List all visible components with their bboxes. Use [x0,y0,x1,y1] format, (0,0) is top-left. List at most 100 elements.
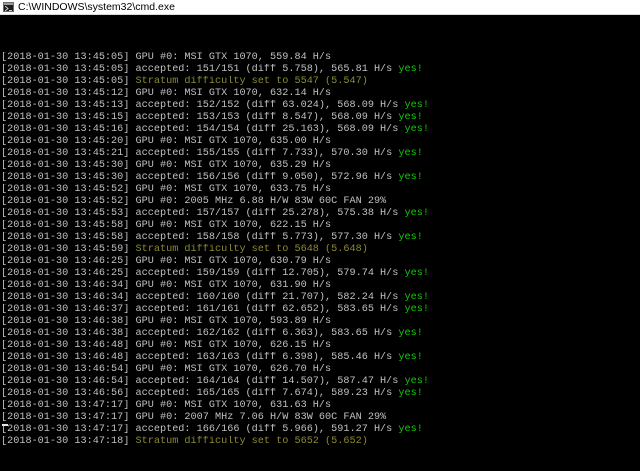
log-timestamp: [2018-01-30 13:45:12] [1,88,130,99]
console-line: [2018-01-30 13:45:52] GPU #0: MSI GTX 10… [1,184,637,196]
log-message: GPU #0: MSI GTX 1070, 593.89 H/s [135,316,332,327]
log-timestamp: [2018-01-30 13:46:25] [1,256,130,267]
console-line: [2018-01-30 13:47:17] accepted: 166/166 … [1,424,637,436]
console-line: [2018-01-30 13:46:34] GPU #0: MSI GTX 10… [1,280,637,292]
log-message: GPU #0: MSI GTX 1070, 631.90 H/s [135,280,332,291]
log-message: accepted: 151/151 (diff 5.758), 565.81 H… [135,64,393,75]
log-message: accepted: 152/152 (diff 63.024), 568.09 … [135,100,399,111]
console-line: [2018-01-30 13:45:13] accepted: 152/152 … [1,100,637,112]
accepted-yes-badge: yes! [398,424,423,435]
console-line: [2018-01-30 13:45:12] GPU #0: MSI GTX 10… [1,88,637,100]
log-timestamp: [2018-01-30 13:46:37] [1,304,130,315]
log-message: GPU #0: MSI GTX 1070, 630.79 H/s [135,256,332,267]
log-timestamp: [2018-01-30 13:46:25] [1,268,130,279]
console-line: [2018-01-30 13:45:21] accepted: 155/155 … [1,148,637,160]
log-timestamp: [2018-01-30 13:46:38] [1,328,130,339]
accepted-yes-badge: yes! [398,388,423,399]
accepted-yes-badge: yes! [404,292,429,303]
console-line: [2018-01-30 13:45:05] accepted: 151/151 … [1,64,637,76]
console-line: [2018-01-30 13:46:38] accepted: 162/162 … [1,328,637,340]
log-message: accepted: 163/163 (diff 6.398), 585.46 H… [135,352,393,363]
log-timestamp: [2018-01-30 13:46:48] [1,352,130,363]
console-line: [2018-01-30 13:45:05] GPU #0: MSI GTX 10… [1,52,637,64]
title-bar[interactable]: C:\WINDOWS\system32\cmd.exe [0,0,640,15]
log-timestamp: [2018-01-30 13:45:59] [1,244,130,255]
log-timestamp: [2018-01-30 13:45:58] [1,220,130,231]
log-message: accepted: 164/164 (diff 14.507), 587.47 … [135,376,399,387]
accepted-yes-badge: yes! [398,328,423,339]
log-message: accepted: 154/154 (diff 25.163), 568.09 … [135,124,399,135]
console-line: [2018-01-30 13:45:59] Stratum difficulty… [1,244,637,256]
log-message: GPU #0: MSI GTX 1070, 626.15 H/s [135,340,332,351]
log-timestamp: [2018-01-30 13:45:13] [1,100,130,111]
console-line: [2018-01-30 13:45:15] accepted: 153/153 … [1,112,637,124]
accepted-yes-badge: yes! [398,352,423,363]
accepted-yes-badge: yes! [398,64,423,75]
accepted-yes-badge: yes! [404,376,429,387]
console-line: [2018-01-30 13:47:17] GPU #0: MSI GTX 10… [1,400,637,412]
console-line: [2018-01-30 13:46:56] accepted: 165/165 … [1,388,637,400]
log-timestamp: [2018-01-30 13:46:54] [1,364,130,375]
console-line: [2018-01-30 13:46:54] GPU #0: MSI GTX 10… [1,364,637,376]
log-timestamp: [2018-01-30 13:46:34] [1,292,130,303]
log-timestamp: [2018-01-30 13:45:30] [1,172,130,183]
log-message: Stratum difficulty set to 5648 (5.648) [135,244,368,255]
log-timestamp: [2018-01-30 13:45:58] [1,232,130,243]
accepted-yes-badge: yes! [398,148,423,159]
console-line: [2018-01-30 13:45:05] Stratum difficulty… [1,76,637,88]
log-message: GPU #0: 2005 MHz 6.88 H/W 83W 60C FAN 29… [135,196,387,207]
log-message: accepted: 155/155 (diff 7.733), 570.30 H… [135,148,393,159]
accepted-yes-badge: yes! [404,304,429,315]
log-message: GPU #0: MSI GTX 1070, 631.63 H/s [135,400,332,411]
log-message: Stratum difficulty set to 5547 (5.547) [135,76,368,87]
log-message: GPU #0: MSI GTX 1070, 559.84 H/s [135,52,332,63]
console-line: [2018-01-30 13:45:58] GPU #0: MSI GTX 10… [1,220,637,232]
console-line: [2018-01-30 13:46:48] GPU #0: MSI GTX 10… [1,340,637,352]
console-line: [2018-01-30 13:45:53] accepted: 157/157 … [1,208,637,220]
log-timestamp: [2018-01-30 13:46:38] [1,316,130,327]
console-line: [2018-01-30 13:45:20] GPU #0: MSI GTX 10… [1,136,637,148]
cmd-console-icon [3,2,14,12]
log-timestamp: [2018-01-30 13:47:17] [1,424,130,435]
log-timestamp: [2018-01-30 13:46:54] [1,376,130,387]
accepted-yes-badge: yes! [398,232,423,243]
log-timestamp: [2018-01-30 13:45:16] [1,124,130,135]
console-line: [2018-01-30 13:46:25] accepted: 159/159 … [1,268,637,280]
accepted-yes-badge: yes! [404,208,429,219]
accepted-yes-badge: yes! [404,100,429,111]
console-line: [2018-01-30 13:45:16] accepted: 154/154 … [1,124,637,136]
log-timestamp: [2018-01-30 13:45:21] [1,148,130,159]
log-timestamp: [2018-01-30 13:47:17] [1,412,130,423]
log-message: Stratum difficulty set to 5652 (5.652) [135,436,368,447]
log-timestamp: [2018-01-30 13:47:18] [1,436,130,447]
log-timestamp: [2018-01-30 13:45:20] [1,136,130,147]
console-output[interactable]: [2018-01-30 13:45:05] GPU #0: MSI GTX 10… [1,16,637,448]
log-message: accepted: 153/153 (diff 8.547), 568.09 H… [135,112,393,123]
log-timestamp: [2018-01-30 13:45:05] [1,64,130,75]
log-timestamp: [2018-01-30 13:45:52] [1,184,130,195]
console-line: [2018-01-30 13:45:30] accepted: 156/156 … [1,172,637,184]
console-line: [2018-01-30 13:46:25] GPU #0: MSI GTX 10… [1,256,637,268]
log-message: accepted: 162/162 (diff 6.363), 583.65 H… [135,328,393,339]
cmd-window: C:\WINDOWS\system32\cmd.exe [2018-01-30 … [0,0,640,471]
log-timestamp: [2018-01-30 13:47:17] [1,400,130,411]
log-timestamp: [2018-01-30 13:46:56] [1,388,130,399]
log-message: accepted: 165/165 (diff 7.674), 589.23 H… [135,388,393,399]
log-timestamp: [2018-01-30 13:45:52] [1,196,130,207]
console-line: [2018-01-30 13:46:38] GPU #0: MSI GTX 10… [1,316,637,328]
log-message: accepted: 160/160 (diff 21.707), 582.24 … [135,292,399,303]
console-line: [2018-01-30 13:46:48] accepted: 163/163 … [1,352,637,364]
accepted-yes-badge: yes! [404,124,429,135]
console-line: [2018-01-30 13:45:58] accepted: 158/158 … [1,232,637,244]
accepted-yes-badge: yes! [404,268,429,279]
console-line: [2018-01-30 13:47:17] GPU #0: 2007 MHz 7… [1,412,637,424]
log-timestamp: [2018-01-30 13:45:15] [1,112,130,123]
log-message: accepted: 156/156 (diff 9.050), 572.96 H… [135,172,393,183]
window-title: C:\WINDOWS\system32\cmd.exe [18,1,175,13]
log-timestamp: [2018-01-30 13:45:05] [1,52,130,63]
console-line: [2018-01-30 13:47:18] Stratum difficulty… [1,436,637,448]
log-message: GPU #0: MSI GTX 1070, 622.15 H/s [135,220,332,231]
log-message: GPU #0: 2007 MHz 7.06 H/W 83W 60C FAN 29… [135,412,387,423]
log-timestamp: [2018-01-30 13:45:05] [1,76,130,87]
log-message: accepted: 159/159 (diff 12.705), 579.74 … [135,268,399,279]
